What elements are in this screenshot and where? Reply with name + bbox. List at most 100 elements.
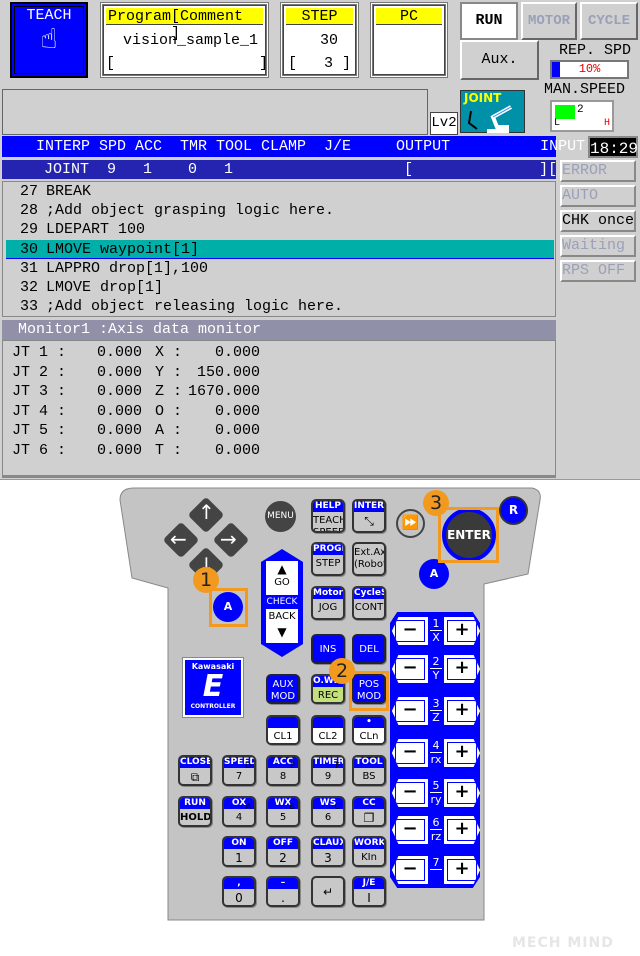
jog-plus-button[interactable]: + [444, 739, 480, 767]
interp-key[interactable]: INTERP ⤡ [352, 499, 386, 533]
key-main-label: KIn [361, 852, 377, 863]
jog-axis-number: 3 [430, 698, 442, 711]
key-main-label: REC [313, 687, 343, 702]
key-2[interactable]: OFF 2 [266, 836, 300, 867]
cl2-key[interactable]: CL2 [311, 715, 345, 745]
key-top-label: CLOSE [180, 757, 210, 768]
key-main-label: ↵ [322, 885, 334, 899]
go-check-back-switch[interactable]: ▲ GO CHECK BACK ▼ [261, 549, 303, 657]
key-main-label: 5 [279, 812, 287, 823]
jog-axis-number: 6 [430, 817, 442, 830]
key-0[interactable]: ,0 [222, 876, 256, 907]
close-key[interactable]: CLOSE ⧉ [178, 755, 212, 786]
key-top-label: ON [224, 838, 254, 849]
step-badge-1: 1 [193, 567, 219, 593]
jog-minus-button[interactable]: − [392, 697, 428, 725]
key-main-label: 7 [235, 771, 243, 782]
enter-small-key[interactable]: ↵ [311, 876, 345, 907]
ext-axis-key[interactable]: Ext.Axis (Robot) [352, 542, 386, 576]
jog-plus-button[interactable]: + [444, 697, 480, 725]
key-i[interactable]: J/E I [352, 876, 386, 907]
key-1[interactable]: ON 1 [222, 836, 256, 867]
key-top-label: – [268, 878, 298, 889]
key-7[interactable]: SPEED 7 D [222, 755, 256, 786]
jog-axis-name: rx [430, 753, 442, 766]
del-key[interactable]: DEL [352, 634, 386, 664]
arrow-left-icon: ← [170, 527, 187, 551]
jog-row: − 5 ry + [392, 777, 480, 809]
key-main-label: 0 [235, 891, 243, 905]
cont-key[interactable]: CycleStart CONT [352, 586, 386, 620]
a-button-right[interactable]: A [419, 559, 449, 589]
key-sub-label: E [289, 761, 295, 770]
jog-axis-name: rz [430, 830, 442, 843]
jog-row: − 7 + [392, 854, 480, 886]
key-top-label: CLAUX [313, 838, 343, 849]
key-main-label: 4 [235, 812, 243, 823]
key-top-label: WORK [354, 838, 384, 849]
logo-sub: CONTROLLER [190, 703, 236, 710]
key-main-label: 6 [324, 812, 332, 823]
bs-key[interactable]: TOOL BS [352, 755, 386, 786]
key-9[interactable]: TIMER 9 F [311, 755, 345, 786]
back-down-icon: ▼ [277, 625, 287, 639]
key-main-label: . [281, 891, 285, 905]
r-button[interactable]: R [499, 496, 528, 525]
key-sub-label: D [244, 761, 251, 770]
jog-row: − 4 rx + [392, 737, 480, 769]
back-label: BACK [268, 611, 296, 622]
cc-key[interactable]: CC ❐ [352, 796, 386, 827]
key-sub-label: F [335, 761, 340, 770]
key-main-label: I [367, 891, 371, 905]
key-main-label: CL2 [313, 728, 343, 743]
fast-forward-button[interactable]: ⏩ [396, 509, 425, 538]
cln-key[interactable]: • CLn [352, 715, 386, 745]
jog-minus-button[interactable]: − [392, 739, 428, 767]
key-main-label: 2 [279, 851, 287, 865]
kawasaki-logo: Kawasaki E CONTROLLER [182, 657, 244, 718]
go-up-icon: ▲ [277, 562, 287, 576]
jog-minus-button[interactable]: − [392, 856, 428, 884]
key-top-label: MotorON [313, 588, 343, 599]
key-top-label [268, 717, 298, 728]
jog-plus-button[interactable]: + [444, 856, 480, 884]
kin-key[interactable]: WORK KIn [352, 836, 386, 867]
hold-key[interactable]: RUN HOLD [178, 796, 212, 827]
key-main-label: TEACH SPEED [313, 515, 345, 533]
jog-row: − 2 Y + [392, 653, 480, 685]
teach-speed-key[interactable]: HELP TEACH SPEED [311, 499, 345, 533]
jog-plus-button[interactable]: + [444, 816, 480, 844]
jog-plus-button[interactable]: + [444, 655, 480, 683]
key-5[interactable]: WX 5 B [266, 796, 300, 827]
key-main-label: 9 [324, 771, 332, 782]
jog-minus-button[interactable]: − [392, 779, 428, 807]
key-4[interactable]: OX 4 A [222, 796, 256, 827]
step-key[interactable]: PROGRAM STEP [311, 542, 345, 576]
key-main-label: ⧉ [190, 770, 200, 784]
key-top-label: OFF [268, 838, 298, 849]
key-main-label: 8 [279, 771, 287, 782]
key-top-label: CycleStart [354, 588, 384, 599]
key-sub-label: B [289, 802, 296, 811]
jog-minus-button[interactable]: − [392, 617, 428, 645]
arrow-up-icon: ↑ [198, 500, 215, 524]
jog-plus-button[interactable]: + [444, 617, 480, 645]
key-dot[interactable]: –. [266, 876, 300, 907]
jog-plus-button[interactable]: + [444, 779, 480, 807]
cl1-key[interactable]: CL1 [266, 715, 300, 745]
jog-minus-button[interactable]: − [392, 816, 428, 844]
key-8[interactable]: ACC 8 E [266, 755, 300, 786]
back-key[interactable]: BACK ▼ [266, 609, 298, 643]
go-label: GO [274, 577, 290, 588]
jog-key[interactable]: MotorON JOG [311, 586, 345, 620]
step-badge-2: 2 [329, 658, 355, 684]
jog-axis-name: ry [430, 793, 442, 806]
key-6[interactable]: WS 6 C [311, 796, 345, 827]
jog-axis-name: X [432, 631, 440, 644]
aux-mod-key[interactable]: AUX MOD [266, 674, 300, 704]
key-3[interactable]: CLAUX 3 [311, 836, 345, 867]
key-main-label: CONT [354, 602, 384, 613]
go-key[interactable]: ▲ GO [266, 561, 298, 595]
jog-minus-button[interactable]: − [392, 655, 428, 683]
menu-button[interactable]: MENU [265, 501, 296, 532]
